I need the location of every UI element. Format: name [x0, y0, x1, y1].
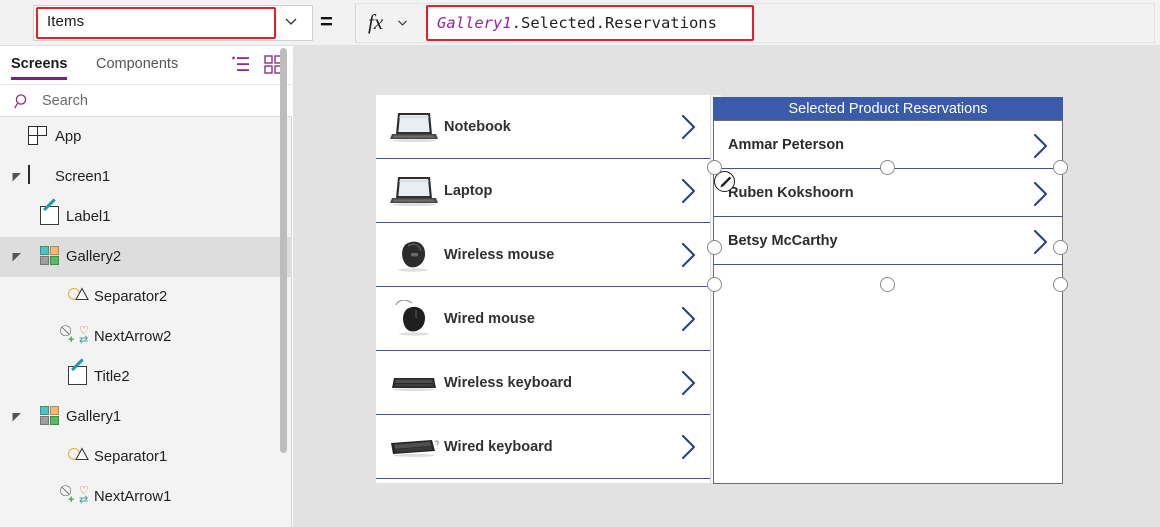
product-gallery-row[interactable]: Wireless keyboard: [376, 351, 710, 415]
chevron-right-icon[interactable]: [680, 305, 698, 333]
tree-item-label: Label1: [66, 209, 111, 225]
resize-handle-top-right[interactable]: [1053, 160, 1068, 175]
chevron-right-icon[interactable]: [680, 113, 698, 141]
tree-item-nextarrow1[interactable]: ⃠♡+⇄NextArrow1: [0, 477, 292, 517]
chevron-expanded-icon[interactable]: [12, 172, 22, 182]
laptop-photo: [388, 172, 440, 210]
tree-item-gallery2[interactable]: Gallery2: [0, 237, 292, 277]
formula-rest: .Selected.Reservations: [511, 14, 717, 32]
tree-item-label: NextArrow1: [94, 489, 172, 505]
formula-identifier: Gallery1: [437, 14, 512, 32]
tree-item-label1[interactable]: Label1: [0, 197, 292, 237]
resize-handle-middle-left[interactable]: [707, 240, 722, 255]
tree-item-label: Gallery1: [66, 409, 122, 425]
formula-text: Gallery1.Selected.Reservations: [428, 14, 717, 32]
sidebar-tabs: Screens Components: [0, 46, 292, 84]
reservation-name: Ammar Peterson: [728, 136, 845, 153]
reservation-row[interactable]: Betsy McCarthy: [714, 217, 1062, 265]
tree-item-gallery1[interactable]: Gallery1: [0, 397, 292, 437]
product-title: Laptop: [444, 182, 493, 199]
product-gallery-row[interactable]: Laptop: [376, 159, 710, 223]
tree-item-label: Screen1: [55, 169, 111, 185]
resize-handle-bottom-center[interactable]: [880, 277, 895, 292]
product-gallery[interactable]: Notebook Laptop Wireless mouse Wired mouse W…: [376, 95, 710, 483]
component-tree: App Screen1 Label1 Gallery2 Separator2⃠♡+⇄Ne…: [0, 117, 292, 527]
notebook-photo: [388, 108, 440, 146]
resize-handle-top-center[interactable]: [880, 160, 895, 175]
product-title: Notebook: [444, 118, 511, 135]
chevron-right-icon[interactable]: [680, 433, 698, 461]
product-gallery-row[interactable]: Wired keyboard: [376, 415, 710, 479]
product-title: Wireless keyboard: [444, 374, 573, 391]
search-box[interactable]: Search: [0, 84, 292, 117]
tree-item-separator2[interactable]: Separator2: [0, 277, 292, 317]
tree-item-nextarrow2[interactable]: ⃠♡+⇄NextArrow2: [0, 317, 292, 357]
view-toggle-group: [231, 55, 283, 74]
product-gallery-row[interactable]: Wireless mouse: [376, 223, 710, 287]
formula-bar: Items = fx Gallery1.Selected.Reservation…: [0, 0, 1160, 46]
screen-icon: [28, 165, 30, 184]
tab-components[interactable]: Components: [96, 56, 178, 72]
product-gallery-row[interactable]: Wired mouse: [376, 287, 710, 351]
tree-item-screen1[interactable]: Screen1: [0, 157, 292, 197]
property-dropdown-value: Items: [47, 13, 85, 30]
sidebar-scrollbar[interactable]: [280, 48, 287, 453]
chevron-down-icon[interactable]: [396, 16, 409, 29]
product-title: Wired mouse: [444, 310, 535, 327]
chevron-right-icon[interactable]: [1032, 180, 1050, 207]
reservation-name: Betsy McCarthy: [728, 232, 838, 249]
resize-handle-middle-right[interactable]: [1053, 240, 1068, 255]
tree-item-label: Separator1: [94, 449, 168, 465]
tree-item-label: NextArrow2: [94, 329, 172, 345]
chevron-right-icon[interactable]: [680, 177, 698, 205]
tree-item-separator1[interactable]: Separator1: [0, 437, 292, 477]
search-placeholder: Search: [42, 93, 88, 109]
chevron-right-icon[interactable]: [1032, 228, 1050, 255]
tab-screens[interactable]: Screens: [11, 56, 68, 80]
reservations-gallery-title: Selected Product Reservations: [713, 97, 1063, 120]
wireless-mouse-photo: [388, 236, 440, 274]
chevron-expanded-icon[interactable]: [12, 412, 22, 422]
tree-item-label: Separator2: [94, 289, 168, 305]
app-canvas: Notebook Laptop Wireless mouse Wired mouse W…: [293, 46, 1160, 527]
wired-mouse-photo: [388, 299, 440, 338]
search-icon: [14, 93, 31, 110]
wireless-keyboard-photo: [388, 364, 440, 402]
chevron-right-icon[interactable]: [1032, 132, 1050, 159]
reservation-row[interactable]: Ruben Kokshoorn: [714, 169, 1062, 217]
tree-item-app[interactable]: App: [0, 117, 292, 157]
product-title: Wired keyboard: [444, 438, 553, 455]
tree-item-title2[interactable]: Title2: [0, 357, 292, 397]
chevron-right-icon[interactable]: [680, 369, 698, 397]
resize-handle-bottom-left[interactable]: [707, 277, 722, 292]
fx-label: fx: [368, 10, 384, 34]
resize-handle-bottom-right[interactable]: [1053, 277, 1068, 292]
tree-item-label: App: [55, 129, 82, 145]
product-gallery-row[interactable]: Notebook: [376, 95, 710, 159]
chevron-expanded-icon[interactable]: [12, 252, 22, 262]
tree-item-label: Title2: [94, 369, 130, 385]
formula-input[interactable]: Gallery1.Selected.Reservations: [426, 5, 754, 41]
powerapps-studio: Items = fx Gallery1.Selected.Reservation…: [0, 0, 1160, 527]
product-title: Wireless mouse: [444, 246, 555, 263]
tree-view-icon[interactable]: [231, 55, 250, 74]
resize-handle-top-left[interactable]: [707, 160, 722, 175]
equals-sign: =: [320, 9, 333, 34]
chevron-right-icon[interactable]: [680, 241, 698, 269]
left-sidebar: Screens Components Search App Screen1 La…: [0, 46, 292, 527]
wired-keyboard-photo: [388, 428, 440, 466]
chevron-down-icon[interactable]: [283, 13, 299, 29]
tree-item-label: Gallery2: [66, 249, 122, 265]
reservation-name: Ruben Kokshoorn: [728, 184, 854, 201]
